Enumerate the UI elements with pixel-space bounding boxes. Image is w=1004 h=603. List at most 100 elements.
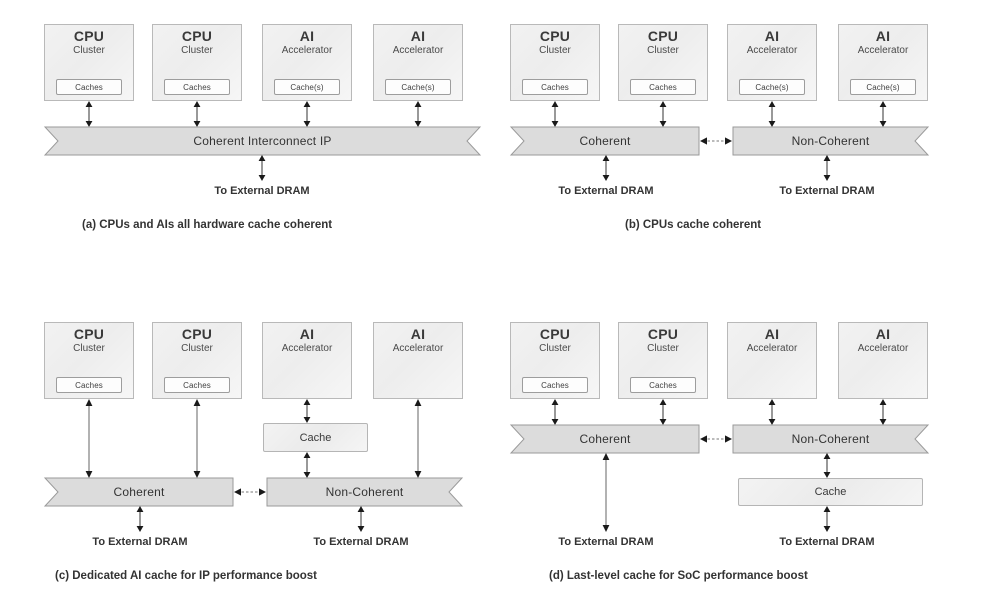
ip-block-subtitle: Accelerator — [857, 343, 909, 354]
ip-block-cpu-cluster: CPU Cluster Caches — [44, 24, 134, 101]
connector-arrow — [877, 101, 889, 127]
dram-label: To External DRAM — [313, 536, 409, 548]
panel-caption: (d) Last-level cache for SoC performance… — [549, 570, 808, 582]
internal-cache-box: Caches — [630, 377, 696, 393]
ip-block-title: AI — [875, 326, 891, 342]
bus-coherent-interconnect: Coherent Interconnect IP — [43, 126, 482, 156]
ip-block-ai-accelerator: AI Accelerator — [838, 322, 928, 399]
bus-bridge-arrow — [700, 134, 732, 148]
ip-block-subtitle: Cluster — [73, 343, 105, 354]
ip-block-cpu-cluster: CPU Cluster Caches — [510, 24, 600, 101]
dram-label: To External DRAM — [779, 536, 875, 548]
connector-arrow — [549, 399, 561, 425]
internal-cache-box: Cache(s) — [739, 79, 805, 95]
ip-block-cpu-cluster: CPU Cluster Caches — [44, 322, 134, 399]
ip-block-title: CPU — [647, 28, 679, 44]
ip-block-title: AI — [410, 28, 426, 44]
bus-coherent: Coherent — [43, 477, 234, 507]
ip-block-ai-accelerator: AI Accelerator Cache(s) — [838, 24, 928, 101]
connector-arrow — [83, 101, 95, 127]
connector-arrow — [301, 399, 313, 423]
ip-block-subtitle: Cluster — [181, 45, 213, 56]
connector-arrow — [657, 101, 669, 127]
ip-block-ai-accelerator: AI Accelerator Cache(s) — [727, 24, 817, 101]
bus-non-coherent: Non-Coherent — [732, 126, 930, 156]
ip-block-title: AI — [764, 326, 780, 342]
connector-arrow — [191, 101, 203, 127]
dram-arrow — [821, 155, 833, 181]
bus-non-coherent: Non-Coherent — [266, 477, 464, 507]
internal-cache-box: Caches — [164, 79, 230, 95]
dram-label: To External DRAM — [92, 536, 188, 548]
ip-block-title: CPU — [539, 326, 571, 342]
ip-block-ai-accelerator: AI Accelerator — [373, 322, 463, 399]
connector-arrow — [877, 399, 889, 425]
connector-arrow — [301, 452, 313, 478]
ip-block-title: AI — [875, 28, 891, 44]
connector-arrow — [549, 101, 561, 127]
connector-arrow — [821, 453, 833, 478]
dram-arrow — [355, 506, 367, 532]
ip-block-subtitle: Cluster — [647, 45, 679, 56]
dram-label: To External DRAM — [558, 536, 654, 548]
last-level-cache-box: Cache — [738, 478, 923, 506]
internal-cache-box: Caches — [522, 79, 588, 95]
ip-block-cpu-cluster: CPU Cluster Caches — [618, 322, 708, 399]
dram-arrow — [256, 155, 268, 181]
internal-cache-box: Caches — [630, 79, 696, 95]
bus-bridge-arrow — [234, 485, 266, 499]
connector-arrow — [412, 399, 424, 478]
internal-cache-box: Cache(s) — [850, 79, 916, 95]
ip-block-cpu-cluster: CPU Cluster Caches — [152, 322, 242, 399]
soc-cache-coherency-figure: CPU Cluster Caches CPU Cluster Caches AI… — [0, 0, 1004, 603]
dram-arrow — [600, 453, 612, 532]
dedicated-ai-cache-box: Cache — [263, 423, 368, 452]
ip-block-cpu-cluster: CPU Cluster Caches — [152, 24, 242, 101]
ip-block-subtitle: Accelerator — [281, 45, 333, 56]
connector-arrow — [657, 399, 669, 425]
ip-block-subtitle: Accelerator — [392, 45, 444, 56]
panel-caption: (b) CPUs cache coherent — [625, 219, 762, 231]
ip-block-subtitle: Cluster — [73, 45, 105, 56]
ip-block-title: CPU — [539, 28, 571, 44]
connector-arrow — [766, 101, 778, 127]
ip-block-ai-accelerator: AI Accelerator Cache(s) — [262, 24, 352, 101]
ip-block-title: CPU — [73, 28, 105, 44]
dram-label: To External DRAM — [779, 185, 875, 197]
ip-block-subtitle: Accelerator — [281, 343, 333, 354]
dram-label: To External DRAM — [214, 185, 310, 197]
connector-arrow — [83, 399, 95, 478]
dram-arrow — [134, 506, 146, 532]
internal-cache-box: Caches — [164, 377, 230, 393]
dram-arrow — [821, 506, 833, 532]
panel-caption: (a) CPUs and AIs all hardware cache cohe… — [82, 219, 333, 231]
cache-box-label: Cache — [299, 431, 332, 444]
panel-caption: (c) Dedicated AI cache for IP performanc… — [55, 570, 318, 582]
ip-block-title: AI — [764, 28, 780, 44]
ip-block-subtitle: Accelerator — [392, 343, 444, 354]
ip-block-title: CPU — [181, 28, 213, 44]
cache-box-label: Cache — [814, 486, 847, 498]
ip-block-title: AI — [410, 326, 426, 342]
bus-bridge-arrow — [700, 432, 732, 446]
connector-arrow — [301, 101, 313, 127]
internal-cache-box: Caches — [56, 377, 122, 393]
connector-arrow — [766, 399, 778, 425]
ip-block-ai-accelerator: AI Accelerator — [727, 322, 817, 399]
ip-block-title: CPU — [647, 326, 679, 342]
bus-coherent: Coherent — [509, 126, 700, 156]
ip-block-subtitle: Accelerator — [746, 343, 798, 354]
bus-coherent: Coherent — [509, 424, 700, 454]
ip-block-title: CPU — [181, 326, 213, 342]
bus-non-coherent: Non-Coherent — [732, 424, 930, 454]
ip-block-cpu-cluster: CPU Cluster Caches — [618, 24, 708, 101]
ip-block-cpu-cluster: CPU Cluster Caches — [510, 322, 600, 399]
connector-arrow — [191, 399, 203, 478]
ip-block-subtitle: Cluster — [539, 343, 571, 354]
ip-block-title: CPU — [73, 326, 105, 342]
ip-block-subtitle: Cluster — [181, 343, 213, 354]
ip-block-ai-accelerator: AI Accelerator Cache(s) — [373, 24, 463, 101]
internal-cache-box: Caches — [522, 377, 588, 393]
ip-block-title: AI — [299, 326, 315, 342]
ip-block-subtitle: Accelerator — [857, 45, 909, 56]
